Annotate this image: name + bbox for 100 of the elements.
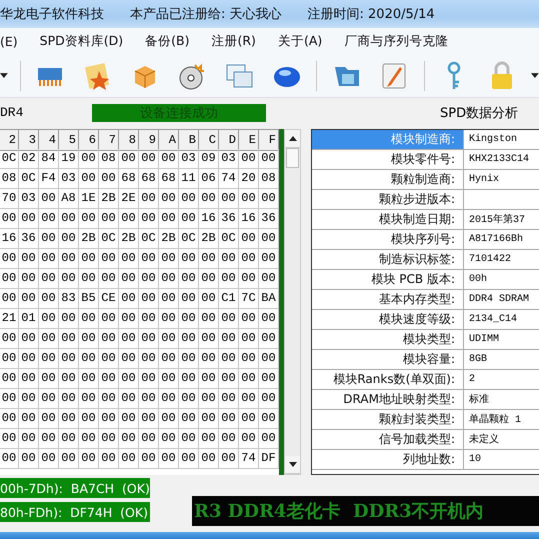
hex-cell: 00 bbox=[119, 368, 139, 389]
field-label[interactable]: 列地址数: bbox=[312, 450, 464, 470]
column-header: 2 bbox=[0, 128, 19, 151]
hex-cell: 00 bbox=[79, 428, 99, 449]
hex-cell: 00 bbox=[139, 348, 159, 369]
hex-cell: 00 bbox=[119, 308, 139, 329]
menu-item[interactable]: 注册(R) bbox=[211, 32, 256, 50]
hex-cell: 00 bbox=[79, 328, 99, 349]
menu-item[interactable]: SPD资料库(D) bbox=[40, 32, 124, 50]
field-label[interactable]: 模块容量: bbox=[312, 350, 464, 370]
field-label[interactable]: 模块类型: bbox=[312, 330, 464, 350]
hex-cell: 00 bbox=[139, 268, 159, 289]
column-header: 9 bbox=[139, 128, 159, 151]
hex-cell: 00 bbox=[159, 328, 179, 349]
hex-cell: 0C bbox=[99, 228, 119, 249]
hex-cell: 00 bbox=[139, 428, 159, 449]
hex-cell: 00 bbox=[199, 388, 219, 409]
scroll-down-icon[interactable] bbox=[288, 462, 296, 468]
hex-cell: 16 bbox=[199, 208, 219, 229]
hex-cell: 02 bbox=[19, 148, 39, 169]
hex-cell: 00 bbox=[39, 268, 59, 289]
field-label[interactable]: 模块制造日期: bbox=[312, 210, 464, 230]
menu-item[interactable]: 关于(A) bbox=[278, 32, 322, 50]
hex-cell: 00 bbox=[159, 148, 179, 169]
hex-cell: 08 bbox=[99, 148, 119, 169]
hex-cell: 00 bbox=[219, 428, 239, 449]
hex-cell: 00 bbox=[139, 388, 159, 409]
hex-cell: 84 bbox=[39, 148, 59, 169]
menu-item[interactable]: 备份(B) bbox=[145, 32, 190, 50]
field-label[interactable]: 信号加载类型: bbox=[312, 430, 464, 450]
hex-cell: 00 bbox=[119, 148, 139, 169]
hex-cell: A8 bbox=[59, 188, 79, 209]
hex-cell: 1E bbox=[79, 188, 99, 209]
scroll-thumb[interactable] bbox=[286, 148, 299, 168]
hex-cell: 00 bbox=[99, 428, 119, 449]
hex-cell: 00 bbox=[59, 328, 79, 349]
field-label[interactable]: 颗粒制造商: bbox=[312, 170, 464, 190]
hex-cell: C1 bbox=[219, 288, 239, 309]
field-value: A817166Bh bbox=[464, 230, 539, 250]
hex-cell: 2B bbox=[99, 188, 119, 209]
hex-cell: 00 bbox=[239, 328, 259, 349]
hex-cell: 00 bbox=[0, 408, 19, 429]
hex-cell: 00 bbox=[59, 408, 79, 429]
memory-type-label: DR4 bbox=[0, 105, 24, 120]
field-label[interactable]: 制造标识标签: bbox=[312, 250, 464, 270]
column-header: 6 bbox=[79, 128, 99, 151]
hex-cell: 03 bbox=[19, 188, 39, 209]
hex-cell: 00 bbox=[19, 348, 39, 369]
field-label[interactable]: 模块速度等级: bbox=[312, 310, 464, 330]
hex-cell: 00 bbox=[0, 348, 19, 369]
hex-cell: 00 bbox=[199, 268, 219, 289]
window-title: 本产品已注册给: 天心我心 bbox=[130, 6, 282, 23]
field-label[interactable]: 基本内存类型: bbox=[312, 290, 464, 310]
hex-cell: 00 bbox=[19, 428, 39, 449]
hex-cell: 00 bbox=[219, 368, 239, 389]
field-label[interactable]: 模块零件号: bbox=[312, 150, 464, 170]
hex-cell: 00 bbox=[79, 308, 99, 329]
field-value: 2134_C14 bbox=[464, 310, 539, 330]
windows-icon[interactable] bbox=[224, 62, 254, 90]
caret-icon[interactable] bbox=[0, 72, 8, 79]
field-label[interactable]: 模块序列号: bbox=[312, 230, 464, 250]
hex-cell: 00 bbox=[119, 268, 139, 289]
scroll-up-icon[interactable] bbox=[288, 136, 296, 141]
hex-cell: 0C bbox=[219, 228, 239, 249]
field-label[interactable]: 模块Ranks数(单双面): bbox=[312, 370, 464, 390]
hex-cell: 2B bbox=[119, 228, 139, 249]
hex-cell: 00 bbox=[0, 388, 19, 409]
hex-cell: 00 bbox=[119, 388, 139, 409]
hex-cell: 00 bbox=[39, 428, 59, 449]
hex-cell: 00 bbox=[119, 448, 139, 469]
hex-cell: 19 bbox=[59, 148, 79, 169]
scrollbar[interactable] bbox=[284, 128, 301, 476]
column-header: B bbox=[179, 128, 199, 151]
hex-cell: 00 bbox=[59, 348, 79, 369]
field-label[interactable]: 颗粒封装类型: bbox=[312, 410, 464, 430]
hex-cell: 00 bbox=[239, 148, 259, 169]
menu-item[interactable]: 厂商与序列号克隆 bbox=[344, 32, 448, 50]
caret-icon[interactable] bbox=[531, 72, 539, 79]
hex-cell: 00 bbox=[139, 408, 159, 429]
hex-cell: 00 bbox=[79, 408, 99, 429]
hex-cell: 00 bbox=[99, 168, 119, 189]
hex-cell: 03 bbox=[59, 168, 79, 189]
field-label[interactable]: DRAM地址映射类型: bbox=[312, 390, 464, 410]
hex-cell: 09 bbox=[199, 148, 219, 169]
hex-cell: 00 bbox=[139, 188, 159, 209]
column-header: F bbox=[259, 128, 279, 151]
hex-cell: 00 bbox=[99, 408, 119, 429]
hex-cell: 00 bbox=[239, 368, 259, 389]
hex-cell: 00 bbox=[79, 168, 99, 189]
hex-cell: 00 bbox=[159, 368, 179, 389]
field-label[interactable]: 模块 PCB 版本: bbox=[312, 270, 464, 290]
hex-cell: 00 bbox=[99, 308, 119, 329]
field-label[interactable]: 颗粒步进版本: bbox=[312, 190, 464, 210]
hex-cell: 68 bbox=[119, 168, 139, 189]
hex-cell: 2B bbox=[159, 228, 179, 249]
pencil-icon[interactable] bbox=[380, 60, 408, 91]
hex-cell: 00 bbox=[159, 388, 179, 409]
menu-item[interactable]: (E) bbox=[0, 34, 18, 49]
field-value: 单晶颗粒 1 bbox=[464, 410, 539, 430]
hex-cell: 68 bbox=[159, 168, 179, 189]
